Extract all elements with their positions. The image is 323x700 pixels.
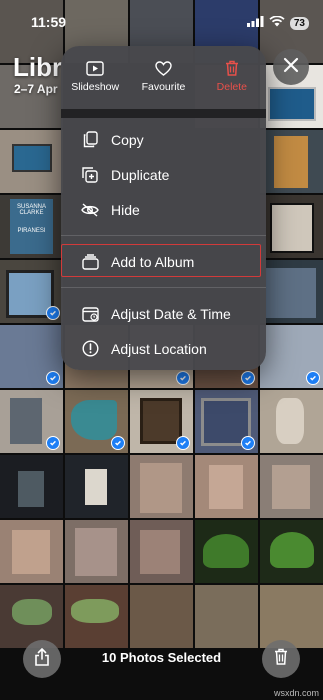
photo-tile-blurred[interactable] [130, 520, 193, 583]
battery-indicator: 73 [289, 16, 309, 30]
selected-checkmark [46, 436, 60, 450]
close-button[interactable] [273, 49, 309, 85]
book-author: SUSANNA CLARKE [16, 204, 46, 216]
selected-checkmark [176, 436, 190, 450]
photo-tile[interactable] [260, 325, 323, 388]
menu-item-label: Copy [111, 131, 144, 148]
photo-tile[interactable] [130, 390, 193, 453]
menu-separator [61, 287, 266, 288]
menu-item-label: Hide [111, 201, 140, 218]
photo-tile-blurred[interactable] [65, 520, 128, 583]
heart-icon [155, 60, 172, 76]
trash-icon [225, 60, 239, 76]
calendar-icon [81, 305, 99, 323]
photo-tile[interactable]: SUSANNA CLARKE PIRANESI [0, 195, 63, 258]
context-menu: Slideshow Favourite Delete Copy Duplicat… [61, 46, 266, 370]
photo-tile-blurred[interactable] [130, 455, 193, 518]
status-time: 11:59 [31, 14, 67, 30]
selected-checkmark [241, 371, 255, 385]
location-icon [81, 340, 99, 358]
menu-separator [61, 235, 266, 236]
photo-tile-blurred[interactable] [195, 455, 258, 518]
photo-tile[interactable] [65, 390, 128, 453]
page-title: Libr [13, 52, 63, 82]
photo-tile-blurred[interactable] [260, 455, 323, 518]
copy-icon [81, 131, 99, 149]
photo-tile[interactable] [0, 455, 63, 518]
menu-item-label: Adjust Date & Time [111, 305, 231, 322]
watermark: wsxdn.com [273, 688, 319, 698]
trash-icon [274, 648, 288, 670]
selected-checkmark [46, 306, 60, 320]
menu-top-actions: Slideshow Favourite Delete [61, 46, 266, 104]
photo-tile[interactable] [0, 260, 63, 323]
close-icon [283, 57, 299, 78]
signal-icon [246, 14, 264, 32]
delete-label: Delete [216, 81, 247, 93]
photo-tile[interactable] [0, 390, 63, 453]
selected-checkmark [46, 371, 60, 385]
delete-button[interactable]: Delete [198, 60, 266, 104]
photo-tile[interactable] [195, 390, 258, 453]
selected-checkmark [111, 436, 125, 450]
highlight-box [61, 244, 261, 277]
slideshow-label: Slideshow [71, 81, 120, 93]
photo-tile[interactable] [0, 325, 63, 388]
selected-checkmark [176, 371, 190, 385]
selected-checkmark [241, 436, 255, 450]
date-range: 2–7 Apr [14, 82, 58, 96]
photo-tile[interactable] [260, 130, 323, 193]
photo-tile[interactable] [0, 130, 63, 193]
photo-tile-blurred[interactable] [0, 520, 63, 583]
photo-tile[interactable] [195, 520, 258, 583]
trash-button[interactable] [262, 640, 300, 678]
hide-icon [81, 201, 99, 219]
menu-item-label: Adjust Location [111, 340, 207, 357]
menu-item-label: Duplicate [111, 166, 170, 183]
menu-item-copy[interactable]: Copy [61, 122, 266, 157]
favourite-label: Favourite [141, 81, 186, 93]
photo-tile[interactable] [260, 390, 323, 453]
menu-divider [61, 109, 266, 118]
menu-item-adjust-date-time[interactable]: Adjust Date & Time [61, 296, 266, 331]
menu-item-add-to-album[interactable]: Add to Album [61, 244, 266, 279]
selected-checkmark [306, 371, 320, 385]
menu-item-hide[interactable]: Hide [61, 192, 266, 227]
book-title: PIRANESI [17, 228, 46, 234]
photo-tile[interactable] [65, 455, 128, 518]
photo-tile[interactable] [260, 520, 323, 583]
duplicate-icon [81, 166, 99, 184]
bottom-toolbar: 10 Photos Selected wsxdn.com [0, 620, 323, 700]
play-icon [86, 60, 104, 76]
photo-tile[interactable] [260, 260, 323, 323]
favourite-button[interactable]: Favourite [129, 60, 197, 104]
status-bar: 11:59 73 [0, 0, 323, 40]
menu-item-duplicate[interactable]: Duplicate [61, 157, 266, 192]
menu-item-adjust-location[interactable]: Adjust Location [61, 331, 266, 366]
slideshow-button[interactable]: Slideshow [61, 60, 129, 104]
photo-tile[interactable] [260, 195, 323, 258]
wifi-icon [269, 14, 285, 32]
